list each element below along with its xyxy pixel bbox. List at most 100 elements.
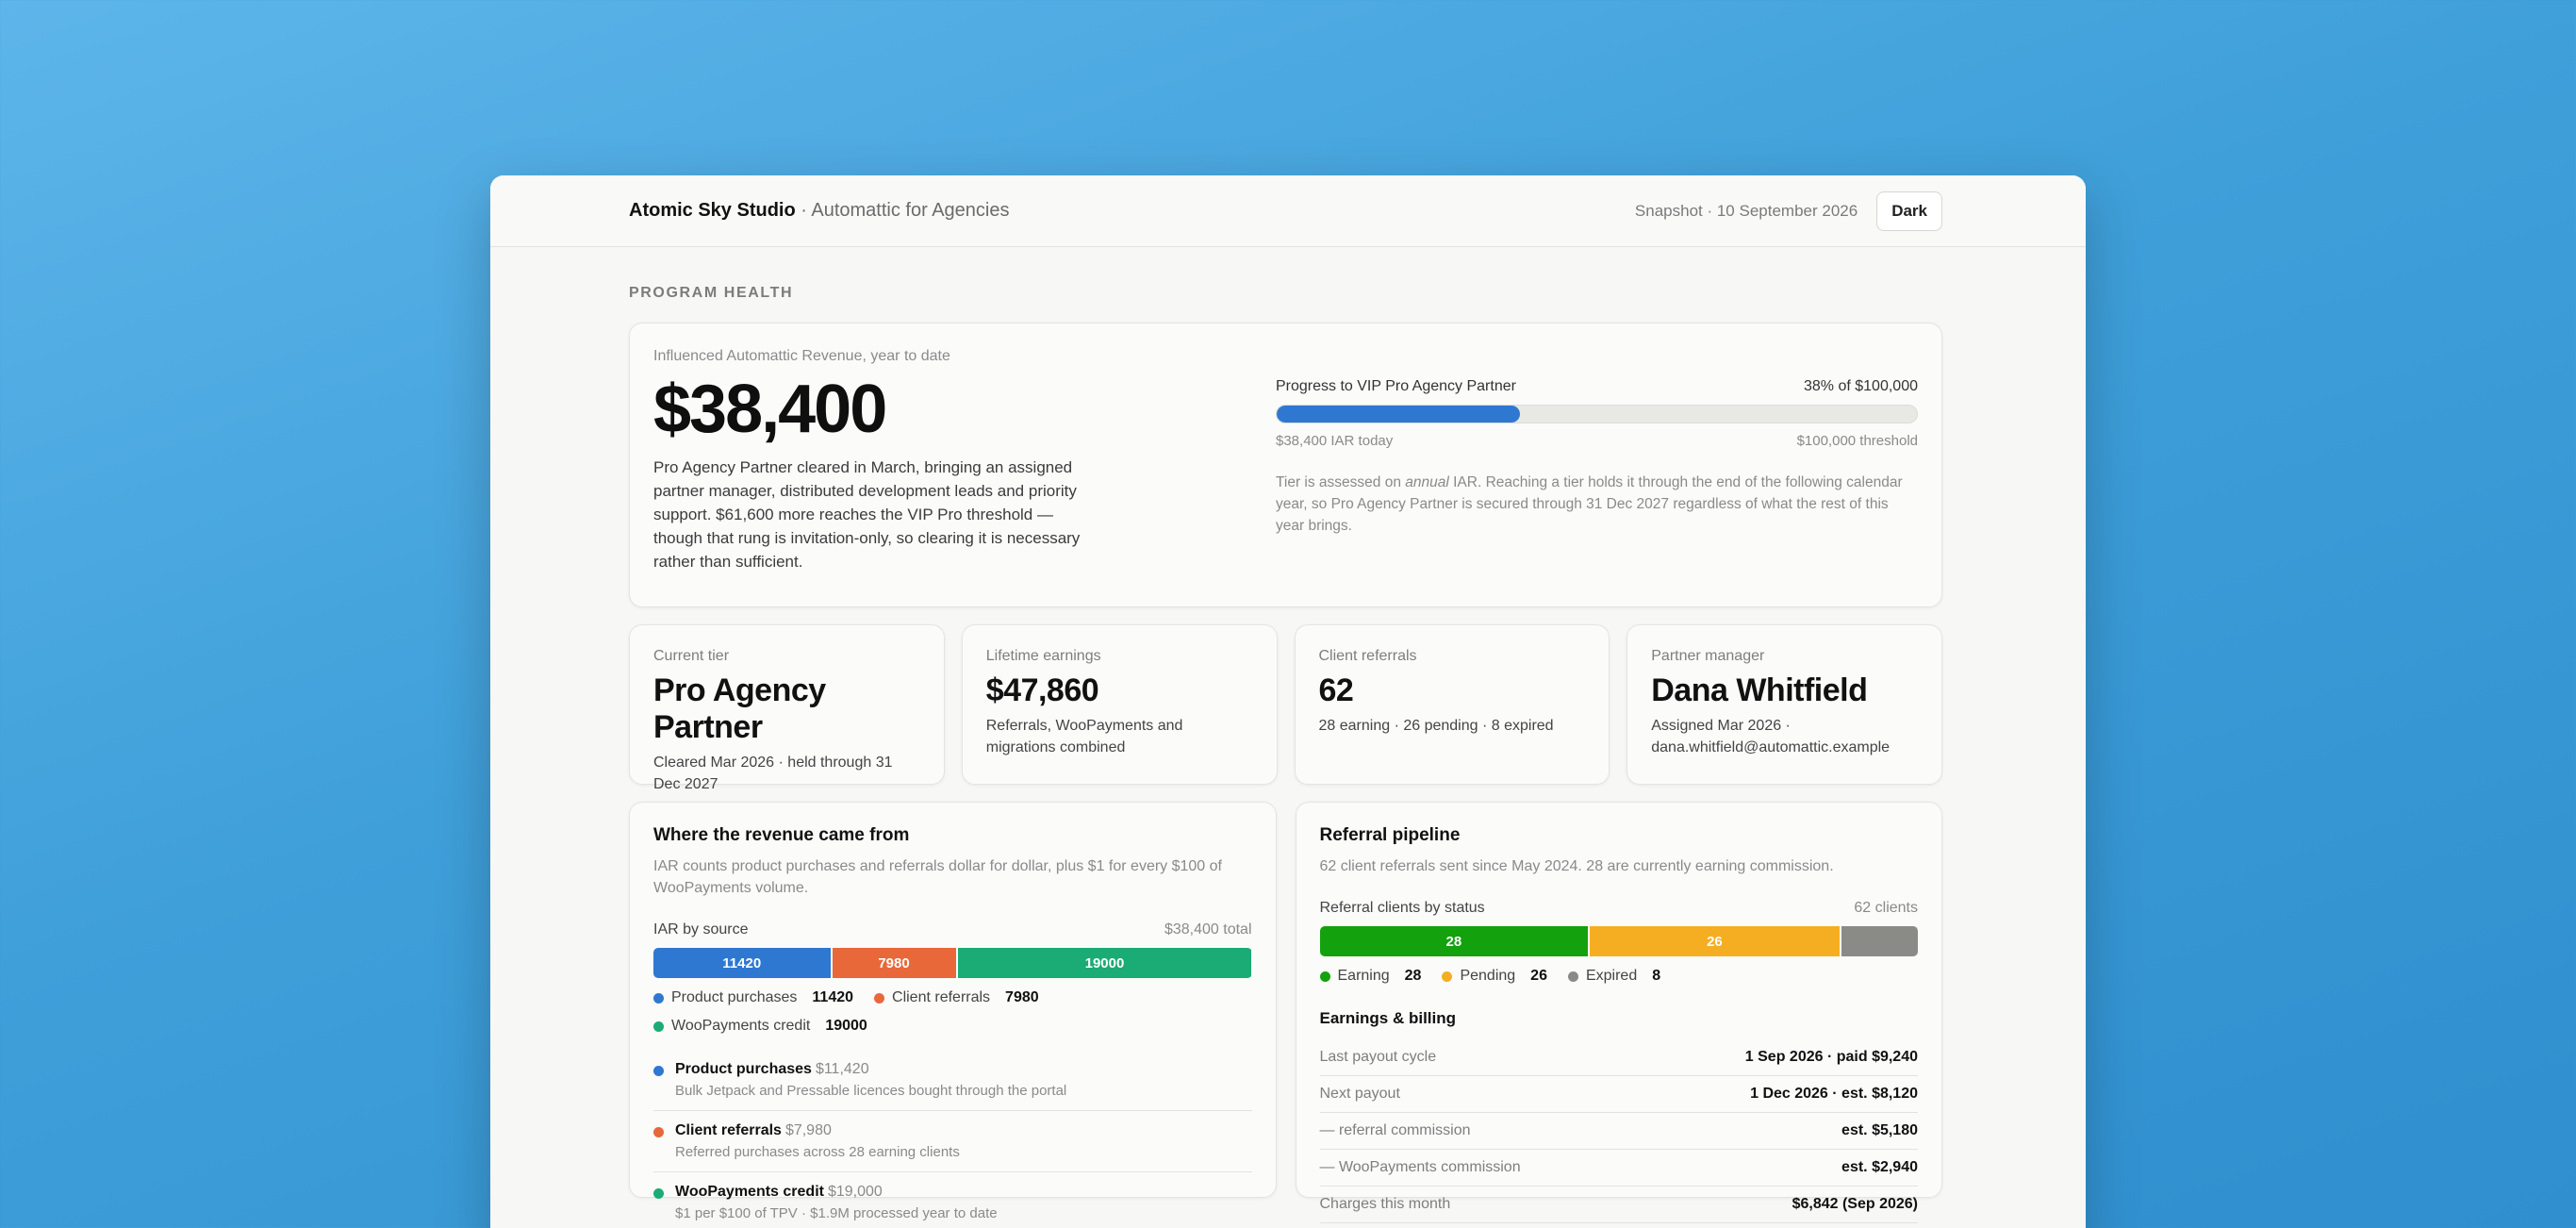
stat-cards: Current tier Pro Agency Partner Cleared … [629, 624, 1942, 792]
pipeline-description: 62 client referrals sent since May 2024.… [1319, 858, 1834, 874]
row-value: est. $5,180 [1841, 1122, 1918, 1138]
progress-fill [1277, 406, 1521, 423]
progress-track [1276, 405, 1918, 423]
table-row: Next payout 1 Dec 2026 · est. $8,120 [1319, 1076, 1918, 1113]
snapshot-date: Snapshot · 10 September 2026 [1634, 201, 1858, 220]
source-title: WooPayments credit [675, 1184, 824, 1200]
iar-stacked-bar: 11420 7980 19000 [653, 948, 1252, 978]
org-name: Atomic Sky Studio [629, 200, 796, 221]
legend-label: Earning [1337, 968, 1390, 984]
status-stacked-bar: 28 26 [1319, 926, 1919, 956]
tier-note: Tier is assessed on annual IAR. Reaching… [1276, 472, 1918, 537]
status-bar-header: Referral clients by status 62 clients [1320, 900, 1919, 917]
row-value: $6,842 (Sep 2026) [1792, 1196, 1918, 1212]
iar-summary: Influenced Automattic Revenue, year to d… [653, 348, 1276, 582]
legend-item: Product purchases 11420 [653, 989, 853, 1006]
stat-subtext: 28 earning · 26 pending · 8 expired [1318, 718, 1554, 734]
legend-value: 19000 [825, 1018, 867, 1034]
status-bar-total: 62 clients [1854, 900, 1918, 916]
iar-legend: Product purchases 11420 Client referrals 79… [653, 989, 1252, 1035]
top-bar-actions: Snapshot · 10 September 2026 Dark [1635, 191, 1942, 231]
legend-dot-icon [1567, 971, 1578, 982]
legend-label: Client referrals [892, 989, 991, 1005]
iar-bar-label: IAR by source [653, 921, 749, 938]
row-value: 1 Sep 2026 · paid $9,240 [1744, 1049, 1918, 1065]
legend-dot-icon [1442, 971, 1453, 982]
source-description: Bulk Jetpack and Pressable licences boug… [675, 1083, 1067, 1099]
source-amount: $11,420 [815, 1061, 869, 1077]
tier-note-emphasis: annual [1405, 474, 1449, 490]
row-label: — referral commission [1319, 1122, 1471, 1138]
progress-footer: $38,400 IAR today $100,000 threshold [1276, 433, 1918, 449]
row-label: Last payout cycle [1319, 1049, 1437, 1065]
status-segment-expired [1841, 926, 1918, 956]
billing-table: Last payout cycle 1 Sep 2026 · paid $9,24… [1319, 1039, 1918, 1223]
row-value: est. $2,940 [1841, 1159, 1918, 1175]
stat-label: Lifetime earnings [985, 648, 1101, 664]
billing-heading: Earnings & billing [1319, 1009, 1457, 1027]
revenue-description: IAR counts product purchases and referra… [653, 858, 1222, 896]
source-description: $1 per $100 of TPV · $1.9M processed yea… [675, 1205, 998, 1221]
program-name: Automattic for Agencies [811, 200, 1010, 221]
bullet-dot-icon [653, 1127, 664, 1137]
section-heading: PROGRAM HEALTH [629, 285, 794, 301]
legend-item: Client referrals 7980 [874, 989, 1039, 1006]
lower-panels: Where the revenue came from IAR counts p… [629, 802, 1942, 1223]
source-amount: $19,000 [827, 1184, 883, 1200]
iar-label: Influenced Automattic Revenue, year to d… [653, 348, 950, 364]
row-label: Next payout [1319, 1086, 1400, 1102]
legend-dot-icon [1319, 971, 1330, 982]
brand: Atomic Sky Studio · Automattic for Agenc… [629, 200, 1009, 222]
stat-value: Dana Whitfield [1651, 672, 1868, 708]
stat-label: Partner manager [1651, 648, 1765, 664]
top-bar: Atomic Sky Studio · Automattic for Agenc… [490, 175, 2086, 247]
iar-bar-header: IAR by source $38,400 total [653, 921, 1252, 938]
status-legend: Earning 28 Pending 26 Expired 8 [1319, 968, 1919, 985]
row-value: 1 Dec 2026 · est. $8,120 [1750, 1086, 1918, 1102]
iar-description: Pro Agency Partner cleared in March, bri… [653, 458, 1081, 571]
legend-value: 7980 [1005, 989, 1039, 1005]
stat-label: Current tier [653, 648, 730, 664]
revenue-sources-panel: Where the revenue came from IAR counts p… [629, 802, 1277, 1221]
legend-item: Pending 26 [1442, 968, 1547, 985]
iar-segment-product-purchases: 11420 [653, 948, 831, 978]
list-item: Product purchases $11,420 Bulk Jetpack an… [653, 1061, 1252, 1111]
progress-threshold: $100,000 threshold [1796, 433, 1918, 449]
dark-mode-toggle[interactable]: Dark [1876, 191, 1942, 231]
progress-header: Progress to VIP Pro Agency Partner 38% o… [1276, 378, 1918, 395]
legend-label: Expired [1585, 968, 1638, 984]
legend-dot-icon [874, 992, 885, 1004]
stat-card-partner-manager: Partner manager Dana Whitfield Assigned … [1627, 624, 1942, 785]
legend-value: 11420 [812, 989, 854, 1005]
source-title: Client referrals [675, 1122, 782, 1138]
source-list: Product purchases $11,420 Bulk Jetpack an… [653, 1061, 1252, 1228]
legend-dot-icon [653, 1021, 664, 1032]
stat-value: Pro Agency Partner [653, 672, 826, 745]
progress-label: Progress to VIP Pro Agency Partner [1276, 378, 1516, 394]
legend-label: Pending [1460, 968, 1516, 984]
status-segment-pending: 26 [1590, 926, 1840, 956]
stat-subtext: Referrals, WooPayments and migrations co… [985, 718, 1183, 755]
legend-value: 28 [1404, 968, 1422, 984]
legend-label: Product purchases [671, 989, 798, 1005]
row-label: Charges this month [1319, 1196, 1451, 1212]
bullet-dot-icon [653, 1188, 664, 1199]
list-item: Client referrals $7,980 Referred purchase… [653, 1122, 1252, 1172]
status-bar-label: Referral clients by status [1319, 900, 1485, 916]
legend-item: Earning 28 [1319, 968, 1422, 985]
stat-value: 62 [1318, 672, 1354, 708]
stat-value: $47,860 [985, 672, 1099, 708]
stat-card-client-referrals: Client referrals 62 28 earning · 26 pend… [1294, 624, 1610, 785]
list-item: WooPayments credit $19,000 $1 per $100 of… [653, 1184, 1252, 1228]
iar-segment-woopayments-credit: 19000 [957, 948, 1252, 978]
progress-current: $38,400 IAR today [1276, 433, 1394, 449]
revenue-title: Where the revenue came from [653, 825, 910, 845]
table-row: Charges this month $6,842 (Sep 2026) [1319, 1187, 1918, 1223]
main-content: PROGRAM HEALTH Influenced Automattic Rev… [490, 285, 2086, 1223]
tier-progress: Progress to VIP Pro Agency Partner 38% o… [1276, 348, 1918, 582]
iar-bar-total: $38,400 total [1164, 921, 1252, 938]
table-row: — referral commission est. $5,180 [1319, 1113, 1918, 1150]
referral-pipeline-panel: Referral pipeline 62 client referrals se… [1295, 802, 1942, 1223]
source-description: Referred purchases across 28 earning cli… [675, 1144, 960, 1160]
stat-label: Client referrals [1318, 648, 1417, 664]
